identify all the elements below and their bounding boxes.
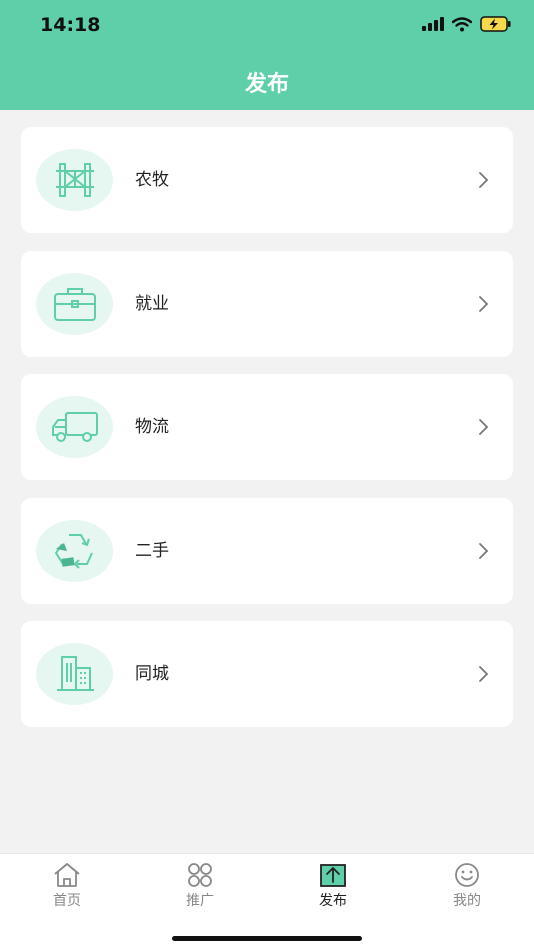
category-label: 就业 [135, 293, 169, 314]
category-label: 物流 [135, 417, 169, 437]
tab-promote[interactable]: 推广 [160, 862, 240, 910]
chevron-right-icon [479, 666, 489, 682]
recycle-icon [54, 533, 93, 569]
grid-icon [188, 863, 212, 887]
icon-badge [36, 272, 113, 335]
truck-icon [51, 412, 98, 442]
chevron-right-icon [479, 295, 489, 312]
home-icon [54, 863, 80, 887]
tab-home[interactable]: 首页 [27, 862, 107, 910]
wifi-icon [452, 16, 472, 31]
tab-publish[interactable]: 发布 [293, 862, 373, 910]
category-label: 二手 [135, 540, 169, 561]
icon-badge [36, 643, 113, 705]
category-card-logistics[interactable]: 物流 [21, 374, 513, 480]
icon-badge [36, 519, 113, 582]
chevron-right-icon [479, 542, 489, 559]
category-card-secondhand[interactable]: 二手 [21, 497, 513, 604]
category-card-agriculture[interactable]: 农牧 [21, 127, 513, 233]
tab-label: 推广 [186, 893, 214, 909]
battery-icon [480, 16, 511, 32]
status-time: 14:18 [40, 14, 101, 36]
chevron-right-icon [479, 419, 489, 435]
buildings-icon [56, 656, 94, 691]
category-label: 农牧 [135, 170, 169, 190]
header-bar: 14:18 发布 [0, 0, 534, 110]
signal-icon [422, 17, 444, 31]
home-indicator [172, 936, 362, 941]
category-card-local[interactable]: 同城 [21, 621, 513, 727]
tab-label: 首页 [53, 893, 81, 909]
tab-label: 我的 [453, 893, 481, 909]
tab-label: 发布 [319, 893, 347, 909]
icon-badge [36, 149, 113, 211]
category-card-employment[interactable]: 就业 [21, 250, 513, 357]
page-title: 发布 [244, 72, 289, 97]
category-label: 同城 [135, 664, 169, 684]
fence-icon [55, 163, 94, 197]
briefcase-icon [53, 287, 96, 321]
category-list: 农牧 就业 物流 二手 同城 [21, 127, 513, 745]
upload-icon [320, 864, 346, 887]
chevron-right-icon [479, 172, 489, 188]
tab-mine[interactable]: 我的 [427, 862, 507, 910]
smile-icon [455, 863, 479, 887]
icon-badge [36, 396, 113, 458]
status-icons [422, 16, 512, 32]
